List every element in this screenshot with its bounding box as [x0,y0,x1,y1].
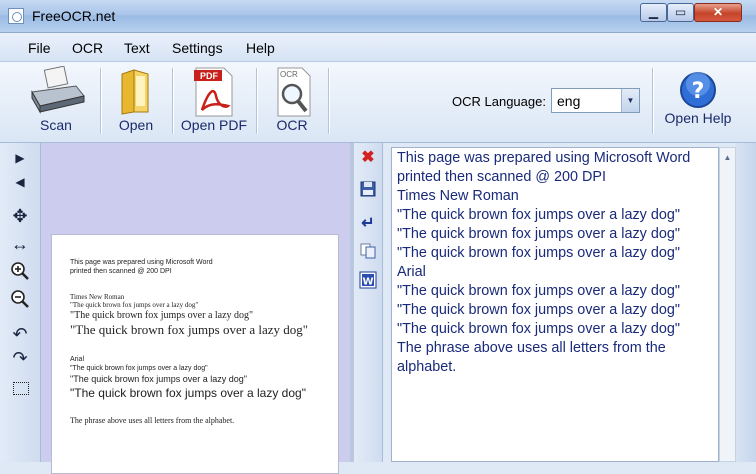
scroll-up-icon[interactable]: ▲ [720,150,735,165]
scan-line: The phrase above uses all letters from t… [70,416,235,425]
svg-text:W: W [362,277,373,288]
select-region-icon[interactable] [8,377,32,399]
ocr-text-line: "The quick brown fox jumps over a lazy d… [397,321,680,337]
ocr-text-content: This page was prepared using Microsoft W… [397,149,715,377]
image-viewer[interactable]: This page was prepared using Microsoft W… [41,143,350,474]
move-icon[interactable]: ✥ [8,205,32,227]
chevron-down-icon[interactable]: ▼ [621,89,639,112]
window-edge [736,143,756,462]
ocr-badge: OCR [280,70,298,79]
open-help-button[interactable]: ? Open Help [658,64,738,138]
clear-icon[interactable]: ✖ [359,149,377,167]
scan-line: "The quick brown fox jumps over a lazy d… [70,310,254,321]
pdf-badge: PDF [200,71,218,81]
ocr-text-line: printed then scanned @ 200 DPI [397,169,607,185]
copy-icon[interactable] [359,243,377,261]
open-pdf-label: Open PDF [180,117,248,133]
ocr-language-select[interactable]: eng ▼ [551,88,640,113]
ocr-text-line: This page was prepared using Microsoft W… [397,150,691,166]
app-icon [8,8,24,24]
scan-line: This page was prepared using Microsoft W… [70,259,213,266]
scan-line: Arial [70,356,85,363]
text-tools-panel: ✖ ↵ W [354,143,383,462]
ocr-text-line: "The quick brown fox jumps over a lazy d… [397,226,680,242]
scan-line: "The quick brown fox jumps over a lazy d… [70,322,309,337]
scan-button[interactable]: Scan [14,64,98,138]
menu-text[interactable]: Text [124,40,150,56]
help-icon: ? [680,72,716,108]
folder-icon [121,69,149,115]
open-label: Open [118,117,154,133]
scan-line: "The quick brown fox jumps over a lazy d… [70,365,208,372]
maximize-button[interactable]: ▭ [667,3,694,22]
ocr-label: OCR [276,117,308,133]
menu-ocr[interactable]: OCR [72,40,103,56]
window-title: FreeOCR.net [32,8,116,24]
ocr-text-line: Arial [397,264,426,280]
ocr-text-line: alphabet. [397,359,457,375]
rotate-left-icon[interactable]: ↶ [8,323,32,345]
open-button[interactable]: Open [104,64,168,138]
menu-file[interactable]: File [28,40,51,56]
svg-text:?: ? [692,79,705,104]
enter-icon[interactable]: ↵ [359,215,377,233]
ocr-text-line: "The quick brown fox jumps over a lazy d… [397,245,680,261]
close-button[interactable]: ✕ [694,3,742,22]
ocr-text-line: "The quick brown fox jumps over a lazy d… [397,207,680,223]
zoom-out-icon[interactable] [8,289,32,311]
arrow-left-icon[interactable]: ◀ [8,171,32,193]
arrow-right-icon[interactable]: ▶ [8,147,32,169]
scan-line: "The quick brown fox jumps over a lazy d… [70,301,199,309]
menu-settings[interactable]: Settings [172,40,223,56]
ocr-text-area[interactable]: This page was prepared using Microsoft W… [391,147,719,462]
word-icon[interactable]: W [359,271,377,289]
scan-line: "The quick brown fox jumps over a lazy d… [70,374,247,384]
ocr-language-value: eng [557,93,581,109]
fit-width-icon[interactable]: ↔ [8,233,32,255]
scan-label: Scan [40,117,72,133]
zoom-in-icon[interactable] [8,261,32,283]
ocr-text-line: "The quick brown fox jumps over a lazy d… [397,302,680,318]
menu-help[interactable]: Help [246,40,275,56]
scan-line: printed then scanned @ 200 DPI [70,268,172,275]
open-help-label: Open Help [664,110,732,126]
ocr-text-line: "The quick brown fox jumps over a lazy d… [397,283,680,299]
ocr-text-line: The phrase above uses all letters from t… [397,340,666,356]
scanner-icon [31,66,85,114]
ocr-language-label: OCR Language: [452,94,546,109]
save-icon[interactable] [359,181,377,199]
toolbar: Scan Open PDF Open PDF OCR OCR ? Open He… [0,62,756,143]
ocr-button[interactable]: OCR OCR [260,64,324,138]
text-scrollbar[interactable]: ▲ [719,147,736,462]
scanned-page-image: This page was prepared using Microsoft W… [51,234,339,474]
title-bar: FreeOCR.net ▁ ▭ ✕ [0,0,756,33]
rotate-right-icon[interactable]: ↷ [8,347,32,369]
scan-line: "The quick brown fox jumps over a lazy d… [70,386,306,400]
image-tools-panel: ▶ ◀ ✥ ↔ ↶ ↷ [0,143,41,462]
open-pdf-button[interactable]: PDF Open PDF [176,64,252,138]
ocr-text-line: Times New Roman [397,188,519,204]
menu-bar: File OCR Text Settings Help [0,33,756,62]
scan-line: Times New Roman [70,293,125,301]
minimize-button[interactable]: ▁ [640,3,667,22]
